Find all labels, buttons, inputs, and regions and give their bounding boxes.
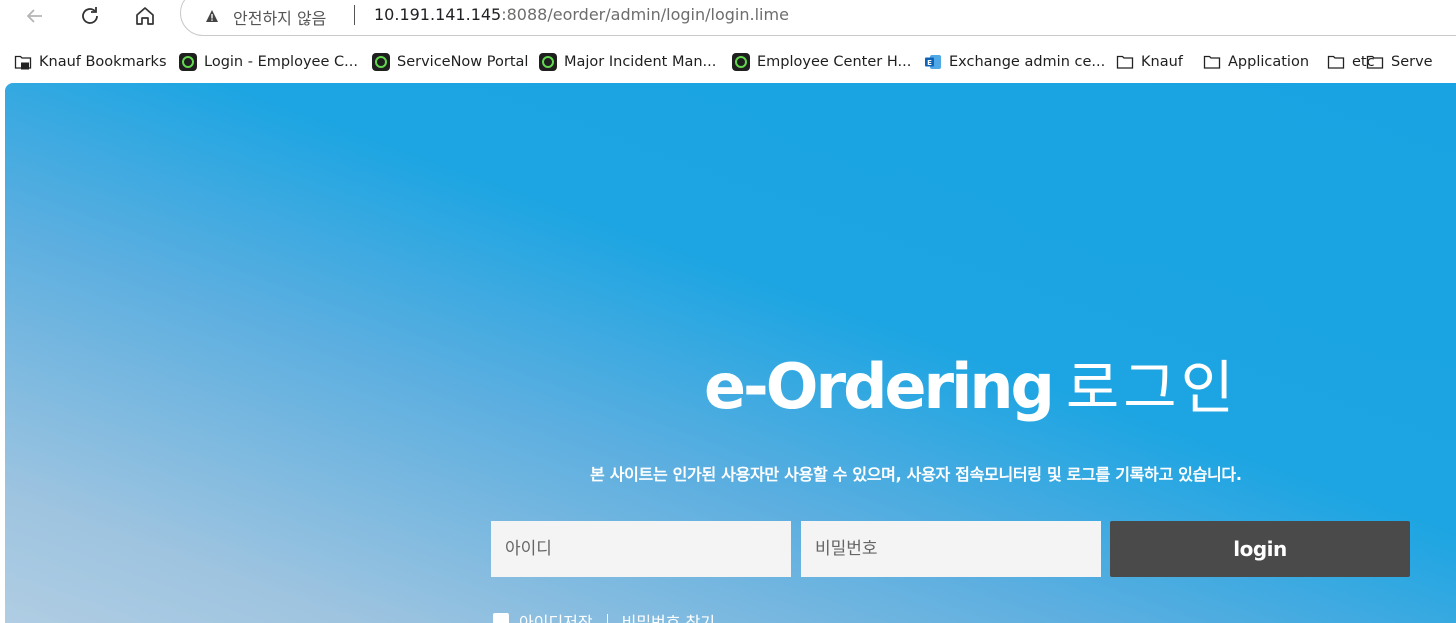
exchange-icon: E [924,53,942,71]
url-path: :8088/eorder/admin/login/login.lime [501,5,789,24]
bookmark-label: Exchange admin ce... [949,54,1106,70]
bookmark-label: Knauf [1141,54,1183,70]
folder-icon [1203,53,1221,71]
bookmark-label: Major Incident Man... [564,54,717,70]
folder-icon [1116,53,1134,71]
page-title: e-Ordering 로그인 [704,341,1238,425]
address-separator [354,5,355,25]
bookmark-login-employee[interactable]: Login - Employee C... [179,51,358,73]
bookmark-major-incident[interactable]: Major Incident Man... [539,51,716,73]
servicenow-icon [179,53,197,71]
arrow-left-icon [26,9,42,23]
save-id-label[interactable]: 아이디저장 [519,609,593,623]
bookmark-label: Knauf Bookmarks [39,54,167,70]
not-secure-label[interactable]: 안전하지 않음 [233,5,326,29]
bookmark-label: ServiceNow Portal [397,54,529,70]
bookmark-servicenow-portal[interactable]: ServiceNow Portal [372,51,528,73]
home-icon [136,7,154,25]
folder-icon [1327,53,1345,71]
browser-toolbar: 안전하지 않음 10.191.141.145:8088/eorder/admin… [0,0,1456,36]
bookmark-exchange-admin[interactable]: E Exchange admin ce... [924,51,1105,73]
password-input[interactable] [801,521,1101,577]
address-bar[interactable] [180,0,1456,36]
url-host: 10.191.141.145 [374,5,502,24]
bookmark-label: Application [1228,54,1310,70]
svg-text:E: E [927,59,932,67]
login-options: 아이디저장 비밀번호 찾기 [493,611,715,623]
home-button[interactable] [129,2,161,30]
url-text[interactable]: 10.191.141.145:8088/eorder/admin/login/l… [374,5,789,24]
title-suffix: 로그인 [1065,354,1238,422]
options-separator [606,614,608,623]
bookmark-application[interactable]: Application [1203,51,1309,73]
save-id-checkbox[interactable] [493,613,509,623]
bookmark-knauf-bookmarks[interactable]: Knauf Bookmarks [14,51,167,73]
back-button[interactable] [19,2,51,30]
servicenow-icon [732,53,750,71]
login-page: e-Ordering 로그인 본 사이트는 인가된 사용자만 사용할 수 있으며,… [5,83,1456,623]
servicenow-icon [372,53,390,71]
bookmark-serve[interactable]: Serve [1366,51,1456,73]
bookmarks-bar: Knauf Bookmarks Login - Employee C... Se… [0,44,1456,78]
reload-button[interactable] [74,2,106,30]
login-button[interactable]: login [1110,521,1410,577]
folder-lock-icon [14,53,32,71]
bookmark-label: Login - Employee C... [204,54,358,70]
bookmark-label: Employee Center H... [757,54,912,70]
servicenow-icon [539,53,557,71]
reload-icon [82,7,98,24]
access-notice: 본 사이트는 인가된 사용자만 사용할 수 있으며, 사용자 접속모니터링 및 … [590,465,1242,484]
folder-icon [1366,53,1384,71]
bookmark-employee-center[interactable]: Employee Center H... [732,51,911,73]
title-brand: e-Ordering [704,350,1055,423]
id-input[interactable] [491,521,791,577]
find-password-link[interactable]: 비밀번호 찾기 [622,609,715,623]
bookmark-knauf[interactable]: Knauf [1116,51,1183,73]
warning-icon[interactable] [205,9,219,23]
bookmark-label: Serve [1391,54,1433,70]
